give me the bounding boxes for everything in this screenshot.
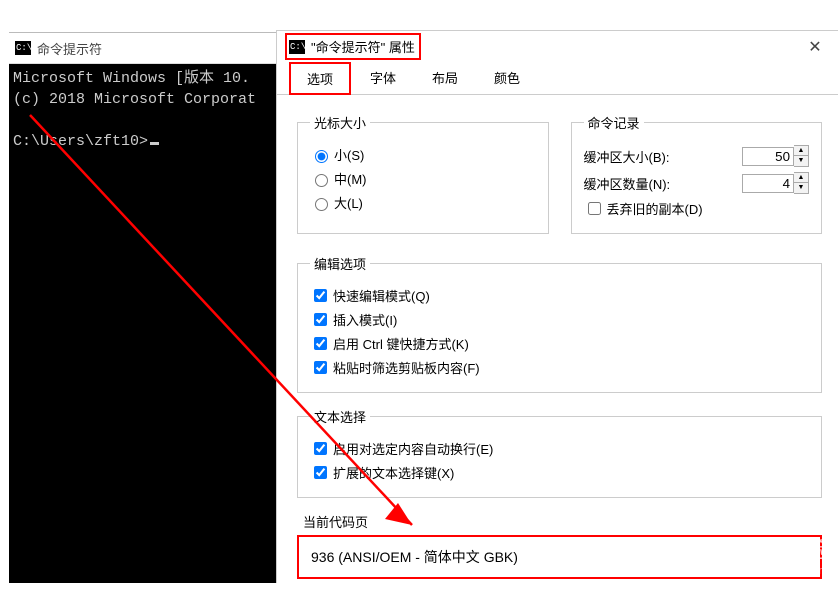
buffer-size-label: 缓冲区大小(B): bbox=[584, 147, 743, 166]
tab-colors[interactable]: 颜色 bbox=[477, 62, 537, 95]
edit-options-group: 编辑选项 快速编辑模式(Q) 插入模式(I) 启用 Ctrl 键快捷方式(K) … bbox=[297, 254, 822, 393]
cursor-icon bbox=[150, 142, 159, 145]
spinner-down-icon: ▼ bbox=[794, 156, 808, 166]
cursor-size-legend: 光标大小 bbox=[310, 113, 370, 132]
cmd-icon: C:\ bbox=[289, 40, 305, 54]
cursor-large-label: 大(L) bbox=[334, 193, 363, 212]
wrap-selection-label: 启用对选定内容自动换行(E) bbox=[333, 439, 493, 458]
cmd-title: 命令提示符 bbox=[37, 39, 102, 58]
codepage-value: 936 (ANSI/OEM - 简体中文 GBK) bbox=[297, 535, 822, 579]
cmd-titlebar: C:\ 命令提示符 bbox=[9, 33, 276, 64]
properties-dialog: C:\ "命令提示符" 属性 ✕ 选项 字体 布局 颜色 光标大小 小(S) 中… bbox=[276, 30, 838, 583]
codepage-group: 当前代码页 bbox=[297, 512, 822, 531]
cursor-small-label: 小(S) bbox=[334, 145, 364, 164]
cmd-window: C:\ 命令提示符 Microsoft Windows [版本 10. (c) … bbox=[9, 32, 276, 583]
buffer-size-spinner[interactable]: ▲▼ bbox=[794, 145, 809, 167]
discard-old-checkbox[interactable] bbox=[588, 202, 601, 215]
properties-body: 光标大小 小(S) 中(M) 大(L) 命令记录 缓冲区大小(B): bbox=[277, 95, 838, 595]
spinner-up-icon: ▲ bbox=[794, 146, 808, 156]
buffer-count-input[interactable] bbox=[742, 174, 794, 193]
ctrl-shortcuts-label: 启用 Ctrl 键快捷方式(K) bbox=[333, 334, 469, 353]
paste-filter-label: 粘贴时筛选剪贴板内容(F) bbox=[333, 358, 480, 377]
extended-select-checkbox[interactable] bbox=[314, 466, 327, 479]
cmd-output: Microsoft Windows [版本 10. (c) 2018 Micro… bbox=[9, 64, 276, 156]
ctrl-shortcuts-checkbox[interactable] bbox=[314, 337, 327, 350]
tab-bar: 选项 字体 布局 颜色 bbox=[277, 62, 838, 95]
close-button[interactable]: ✕ bbox=[792, 31, 838, 62]
cursor-medium-radio[interactable] bbox=[315, 174, 328, 187]
dialog-title-highlight: C:\ "命令提示符" 属性 bbox=[285, 33, 421, 60]
command-history-legend: 命令记录 bbox=[584, 113, 644, 132]
buffer-count-label: 缓冲区数量(N): bbox=[584, 174, 743, 193]
properties-titlebar: C:\ "命令提示符" 属性 ✕ bbox=[277, 31, 838, 62]
spinner-down-icon: ▼ bbox=[794, 183, 808, 193]
codepage-legend: 当前代码页 bbox=[299, 512, 372, 531]
cmd-icon: C:\ bbox=[15, 41, 31, 55]
extended-select-label: 扩展的文本选择键(X) bbox=[333, 463, 454, 482]
discard-old-label: 丢弃旧的副本(D) bbox=[607, 199, 703, 218]
tab-font[interactable]: 字体 bbox=[353, 62, 413, 95]
tab-layout[interactable]: 布局 bbox=[415, 62, 475, 95]
wrap-selection-checkbox[interactable] bbox=[314, 442, 327, 455]
cursor-large-radio[interactable] bbox=[315, 198, 328, 211]
buffer-count-spinner[interactable]: ▲▼ bbox=[794, 172, 809, 194]
command-history-group: 命令记录 缓冲区大小(B): ▲▼ 缓冲区数量(N): ▲▼ 丢弃旧的副本(D) bbox=[571, 113, 823, 234]
insert-mode-label: 插入模式(I) bbox=[333, 310, 397, 329]
cursor-small-radio[interactable] bbox=[315, 150, 328, 163]
text-selection-group: 文本选择 启用对选定内容自动换行(E) 扩展的文本选择键(X) bbox=[297, 407, 822, 498]
close-icon: ✕ bbox=[808, 37, 821, 57]
edit-options-legend: 编辑选项 bbox=[310, 254, 370, 273]
text-selection-legend: 文本选择 bbox=[310, 407, 370, 426]
insert-mode-checkbox[interactable] bbox=[314, 313, 327, 326]
tab-options[interactable]: 选项 bbox=[289, 62, 351, 95]
paste-filter-checkbox[interactable] bbox=[314, 361, 327, 374]
spinner-up-icon: ▲ bbox=[794, 173, 808, 183]
quick-edit-label: 快速编辑模式(Q) bbox=[333, 286, 430, 305]
cursor-size-group: 光标大小 小(S) 中(M) 大(L) bbox=[297, 113, 549, 234]
quick-edit-checkbox[interactable] bbox=[314, 289, 327, 302]
buffer-size-input[interactable] bbox=[742, 147, 794, 166]
cursor-medium-label: 中(M) bbox=[334, 169, 367, 188]
dialog-title: "命令提示符" 属性 bbox=[311, 37, 415, 56]
